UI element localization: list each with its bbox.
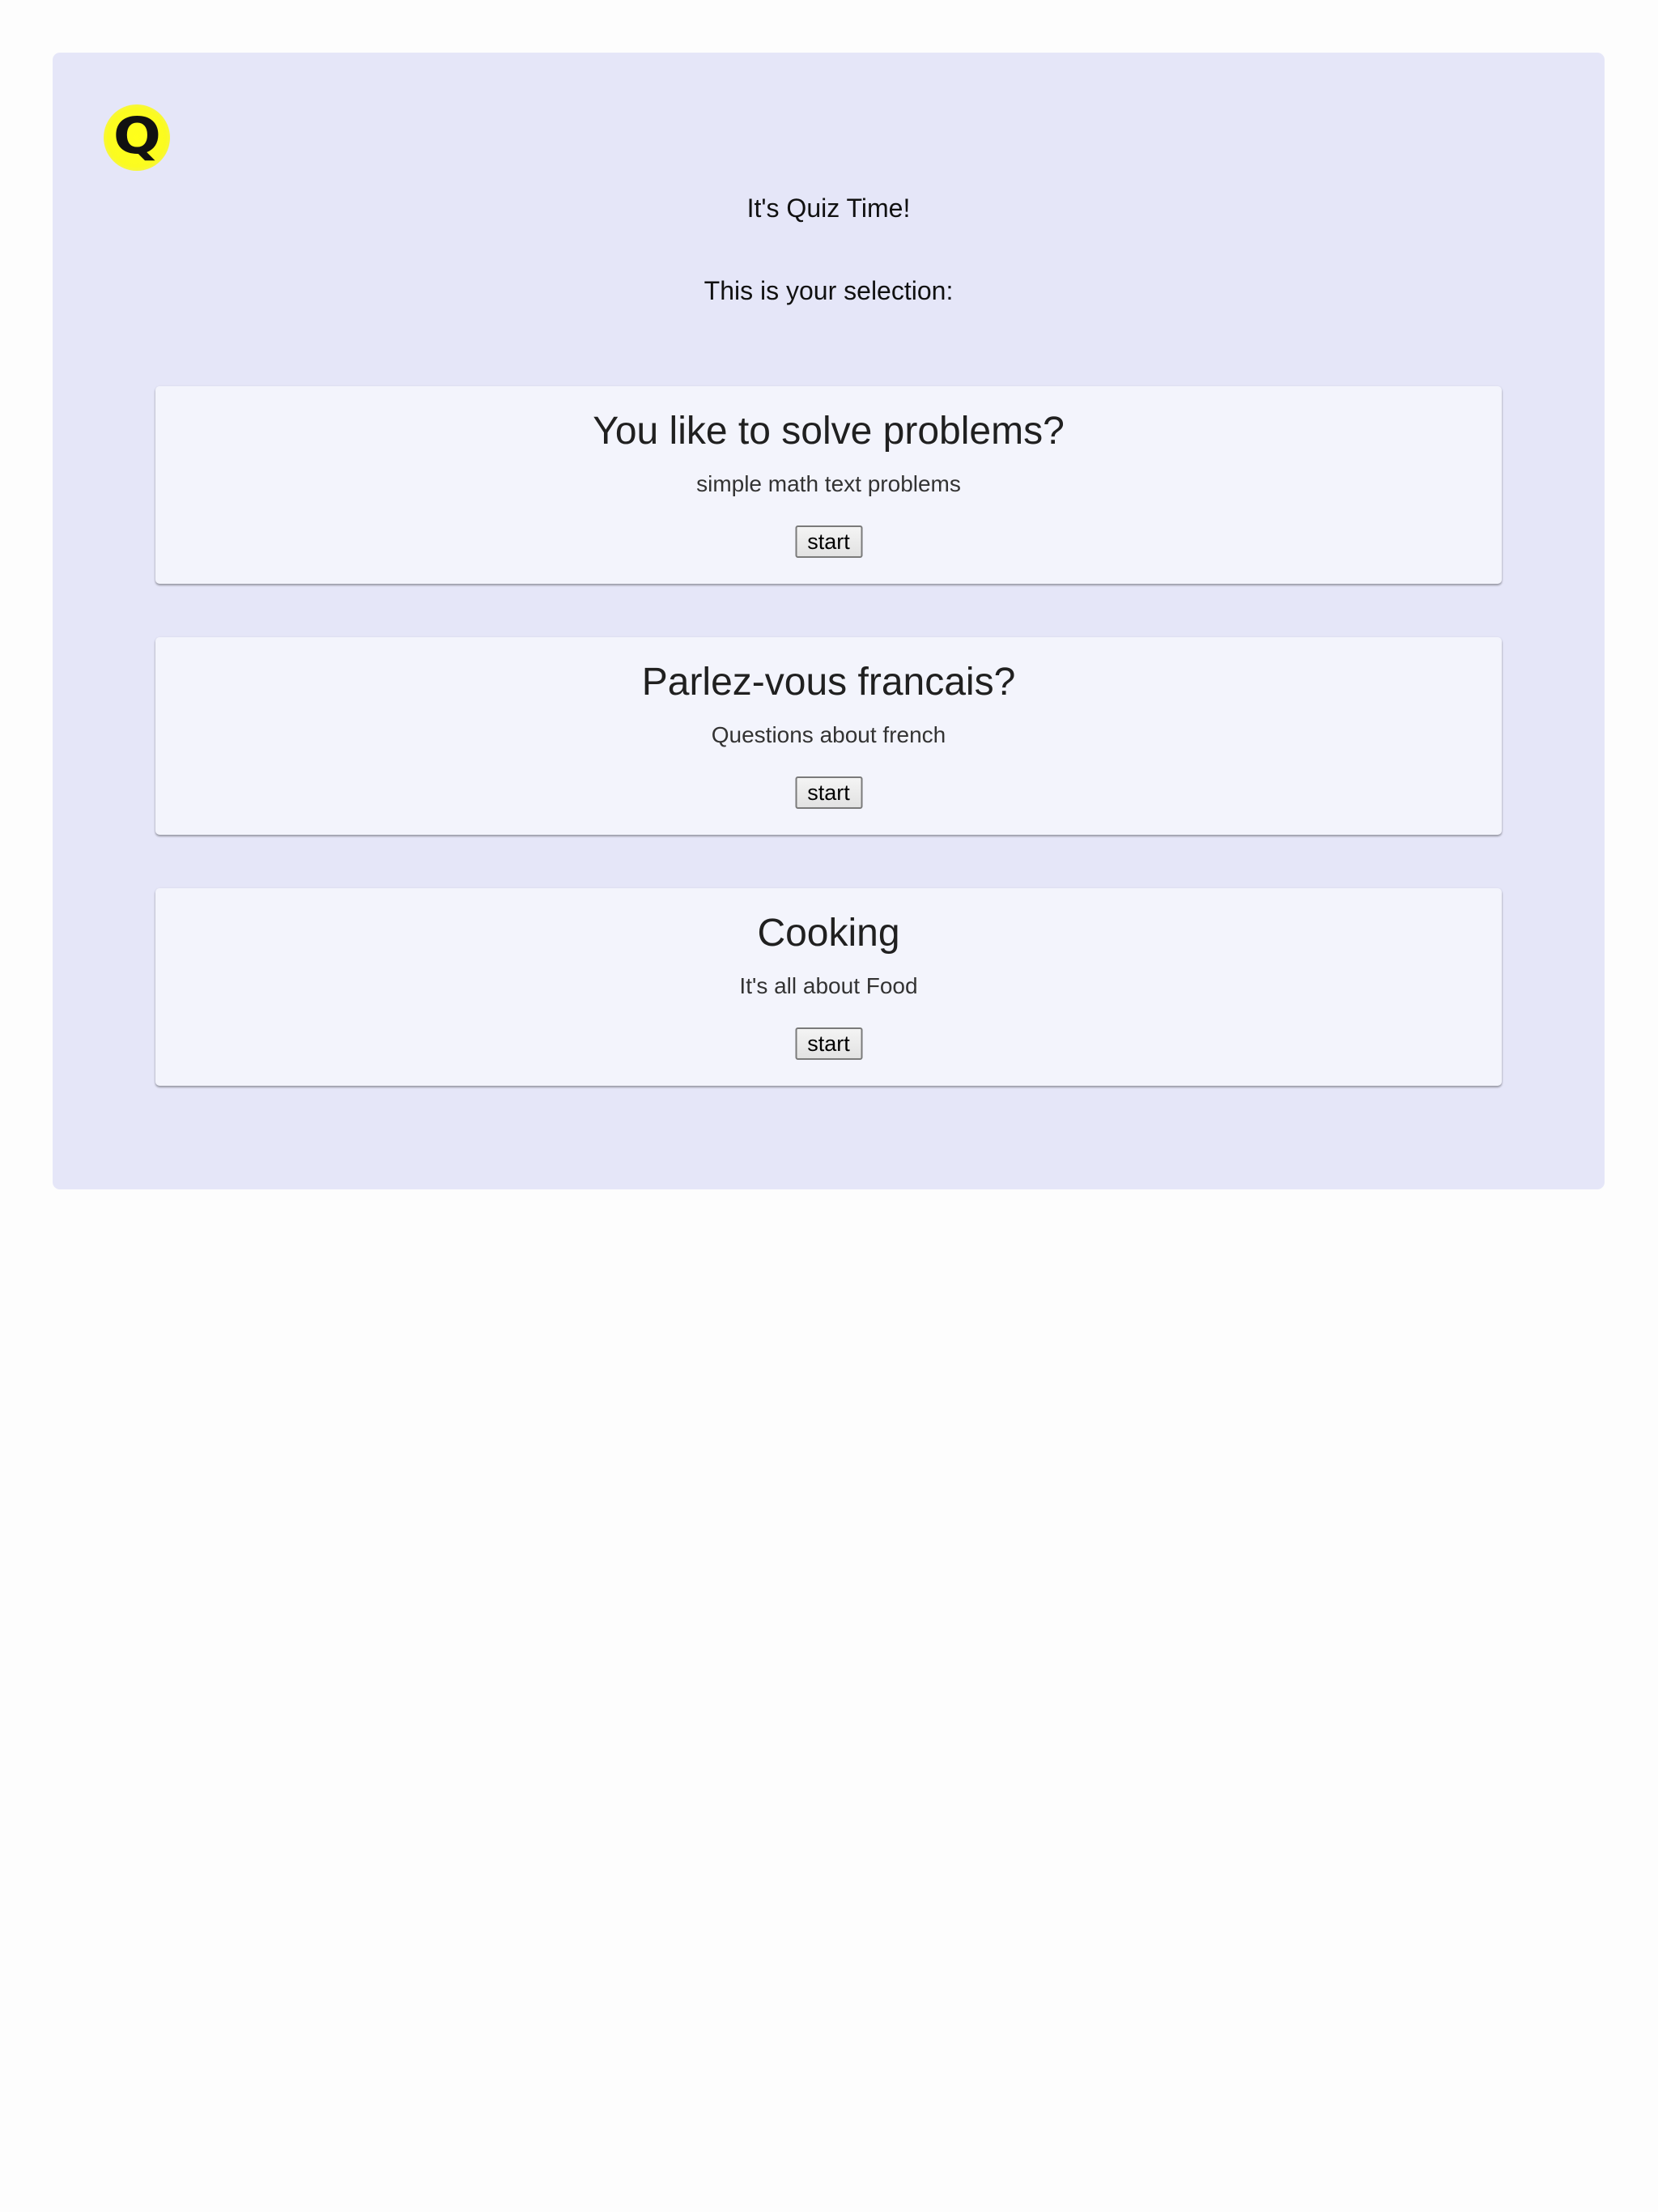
logo-letter: Q xyxy=(113,106,161,165)
quiz-logo-icon: Q xyxy=(104,104,170,171)
start-cooking-quiz-button[interactable]: start xyxy=(795,1027,862,1060)
start-french-quiz-button[interactable]: start xyxy=(795,776,862,809)
quiz-card-title: Cooking xyxy=(757,912,900,955)
quiz-card-french: Parlez-vous francais? Questions about fr… xyxy=(155,637,1502,835)
quiz-card-math: You like to solve problems? simple math … xyxy=(155,386,1502,584)
quiz-card-description: simple math text problems xyxy=(696,471,961,496)
quiz-card-description: It's all about Food xyxy=(739,973,918,998)
page-title: It's Quiz Time! xyxy=(746,194,911,223)
quiz-card-description: Questions about french xyxy=(711,722,946,747)
selection-label: This is your selection: xyxy=(704,276,954,305)
quiz-card-cooking: Cooking It's all about Food start xyxy=(155,888,1502,1086)
quiz-card-title: Parlez-vous francais? xyxy=(641,661,1016,704)
quiz-card-title: You like to solve problems? xyxy=(593,410,1065,453)
quiz-app-panel: Q It's Quiz Time! This is your selection… xyxy=(53,53,1605,1189)
start-math-quiz-button[interactable]: start xyxy=(795,525,862,558)
